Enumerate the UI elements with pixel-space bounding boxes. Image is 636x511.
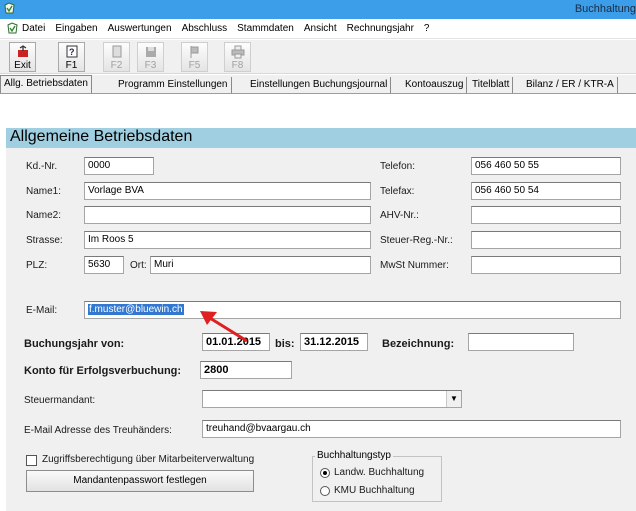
ahv-field[interactable]	[471, 206, 621, 224]
menu-stammdaten[interactable]: Stammdaten	[237, 23, 294, 34]
menu-abschluss[interactable]: Abschluss	[182, 23, 228, 34]
telefax-label: Telefax:	[380, 186, 415, 197]
f1-button-label: F1	[65, 60, 78, 71]
tab-einstellungen-buchungsjournal[interactable]: Einstellungen Buchungsjournal	[247, 77, 392, 93]
name2-label: Name2:	[26, 210, 62, 221]
save-icon	[145, 47, 156, 57]
strasse-label: Strasse:	[26, 235, 63, 246]
f3-button-label: F3	[144, 60, 157, 71]
f2-button[interactable]: F2	[103, 42, 130, 72]
exit-button-label: Exit	[14, 60, 31, 71]
tab-programm-einstellungen[interactable]: Programm Einstellungen	[115, 77, 232, 93]
radio-kmu-buchhaltung[interactable]	[320, 486, 330, 496]
menu-auswertungen[interactable]: Auswertungen	[108, 23, 172, 34]
mandantenpasswort-button[interactable]: Mandantenpasswort festlegen	[26, 470, 254, 492]
print-icon	[231, 45, 244, 59]
section-title: Allgemeine Betriebsdaten	[10, 128, 193, 145]
bis-field[interactable]: 31.12.2015	[300, 333, 368, 351]
plz-field[interactable]: 5630	[84, 256, 124, 274]
f5-button-label: F5	[188, 60, 201, 71]
section-header: Allgemeine Betriebsdaten	[6, 128, 636, 148]
bezeichnung-field[interactable]	[468, 333, 574, 351]
system-menu-icon[interactable]	[6, 22, 19, 35]
app-icon	[4, 2, 15, 14]
tab-titelblatt[interactable]: Titelblatt	[469, 77, 514, 93]
svg-text:?: ?	[69, 47, 75, 57]
steuer-reg-field[interactable]	[471, 231, 621, 249]
exit-button[interactable]: Exit	[9, 42, 36, 72]
f5-button[interactable]: F5	[181, 42, 208, 72]
window-title: Buchhaltung	[574, 3, 636, 15]
f3-button[interactable]: F3	[137, 42, 164, 72]
menu-rechnungsjahr[interactable]: Rechnungsjahr	[347, 23, 414, 34]
konto-erfolg-label: Konto für Erfolgsverbuchung:	[24, 365, 182, 377]
zugriff-label: Zugriffsberechtigung über Mitarbeiterver…	[42, 454, 255, 465]
f1-help-button[interactable]: ? F1	[58, 42, 85, 72]
name2-field[interactable]	[84, 206, 371, 224]
email-treuhaender-label: E-Mail Adresse des Treuhänders:	[24, 425, 172, 436]
buchhaltungstyp-title: Buchhaltungstyp	[315, 450, 393, 461]
tab-kontoauszug[interactable]: Kontoauszug	[402, 77, 468, 93]
f2-button-label: F2	[110, 60, 123, 71]
email-treuhaender-field[interactable]: treuhand@bvaargau.ch	[202, 420, 621, 438]
name1-field[interactable]: Vorlage BVA	[84, 182, 371, 200]
email-label: E-Mail:	[26, 305, 58, 316]
tab-strip: Allg. Betriebsdaten Programm Einstellung…	[0, 75, 636, 94]
zugriff-checkbox[interactable]	[26, 455, 37, 466]
name1-label: Name1:	[26, 186, 62, 197]
landw-buchhaltung-label: Landw. Buchhaltung	[334, 467, 425, 478]
tab-bilanz-er-ktr[interactable]: Bilanz / ER / KTR-A	[523, 77, 618, 93]
ahv-label: AHV-Nr.:	[380, 210, 419, 221]
f8-button-label: F8	[231, 60, 244, 71]
bis-label: bis:	[275, 338, 295, 350]
exit-icon	[17, 45, 28, 57]
kdnr-label: Kd.-Nr.	[26, 161, 58, 172]
menu-datei[interactable]: Datei	[22, 23, 45, 34]
f8-print-button[interactable]: F8	[224, 42, 251, 72]
menu-ansicht[interactable]: Ansicht	[304, 23, 337, 34]
strasse-field[interactable]: Im Roos 5	[84, 231, 371, 249]
konto-erfolg-field[interactable]: 2800	[200, 361, 292, 379]
toolbar: Exit ? F1 F2 F3 F5 F8	[0, 40, 636, 74]
kmu-buchhaltung-label: KMU Buchhaltung	[334, 485, 415, 496]
menu-items: Datei Eingaben Auswertungen Abschluss St…	[22, 23, 429, 34]
steuer-reg-label: Steuer-Reg.-Nr.:	[380, 235, 453, 246]
mwst-field[interactable]	[471, 256, 621, 274]
ort-label: Ort:	[130, 260, 147, 271]
mwst-label: MwSt Nummer:	[380, 260, 449, 271]
telefon-label: Telefon:	[380, 161, 416, 172]
help-icon: ?	[66, 45, 77, 58]
email-field[interactable]: f.muster@bluewin.ch	[84, 301, 621, 319]
radio-landw-buchhaltung[interactable]	[320, 468, 330, 478]
menu-help[interactable]: ?	[424, 23, 430, 34]
title-bar: Buchhaltung	[0, 0, 636, 19]
document-icon	[112, 45, 121, 58]
annotation-arrow-icon	[200, 311, 248, 343]
steuermandant-select[interactable]: ▼	[202, 390, 462, 408]
telefon-field[interactable]: 056 460 50 55	[471, 157, 621, 175]
ort-field[interactable]: Muri	[150, 256, 371, 274]
bezeichnung-label: Bezeichnung:	[382, 338, 455, 350]
tab-allg-betriebsdaten[interactable]: Allg. Betriebsdaten	[0, 75, 92, 93]
menu-bar: Datei Eingaben Auswertungen Abschluss St…	[0, 19, 636, 39]
flag-icon	[190, 46, 198, 58]
plz-label: PLZ:	[26, 260, 48, 271]
buchungsjahr-von-label: Buchungsjahr von:	[24, 338, 125, 350]
kdnr-field[interactable]: 0000	[84, 157, 154, 175]
email-selected-text: f.muster@bluewin.ch	[88, 304, 184, 315]
telefax-field[interactable]: 056 460 50 54	[471, 182, 621, 200]
form-panel: Kd.-Nr. 0000 Name1: Vorlage BVA Name2: S…	[6, 148, 636, 511]
steuermandant-label: Steuermandant:	[24, 395, 96, 406]
menu-eingaben[interactable]: Eingaben	[55, 23, 97, 34]
chevron-down-icon[interactable]: ▼	[446, 391, 461, 407]
